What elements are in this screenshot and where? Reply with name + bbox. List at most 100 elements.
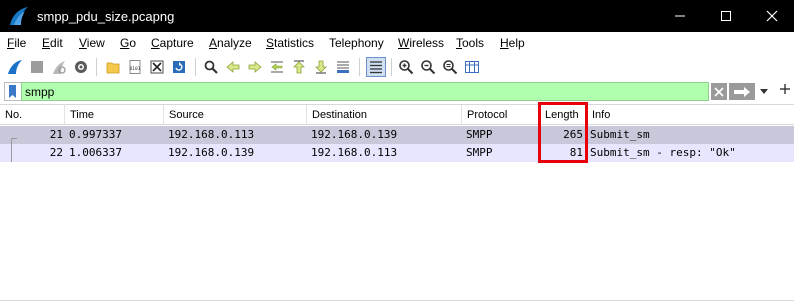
menu-view[interactable]: View [79, 36, 105, 50]
title-bar: smpp_pdu_size.pcapng [0, 0, 794, 32]
file-binary-icon: 0101 [130, 60, 141, 74]
menu-edit[interactable]: Edit [42, 36, 63, 50]
reload-icon [173, 61, 185, 73]
arrow-up-first-icon [293, 60, 305, 74]
close-file-button[interactable] [147, 57, 167, 77]
bookmark-icon [9, 85, 16, 98]
apply-filter-button[interactable] [729, 83, 755, 100]
cell-destination: 192.168.0.139 [311, 128, 398, 141]
svg-text:0101: 0101 [130, 66, 141, 72]
cell-source: 192.168.0.113 [168, 128, 255, 141]
stop-capture-button[interactable] [27, 57, 47, 77]
length-column-highlight [538, 102, 588, 163]
arrow-left-icon [226, 61, 240, 73]
display-filter-input[interactable] [21, 82, 709, 101]
wireshark-fin-icon [10, 7, 28, 25]
cell-info: Submit_sm [590, 128, 650, 141]
menu-help[interactable]: Help [500, 36, 525, 50]
close-button[interactable] [749, 0, 794, 32]
display-filter-bar [0, 81, 794, 102]
cell-destination: 192.168.0.113 [311, 146, 398, 159]
cell-time: 0.997337 [69, 128, 122, 141]
main-toolbar: 0101 [0, 54, 794, 80]
last-packet-button[interactable] [311, 57, 331, 77]
cell-info: Submit_sm - resp: "Ok" [590, 146, 736, 159]
cell-protocol: SMPP [466, 128, 493, 141]
menu-statistics[interactable]: Statistics [266, 36, 314, 50]
menu-tools[interactable]: Tools [456, 36, 484, 50]
column-header-protocol[interactable]: Protocol [461, 105, 540, 125]
reload-file-button[interactable] [169, 57, 189, 77]
gear-icon [75, 61, 87, 73]
open-file-button[interactable] [103, 57, 123, 77]
resize-columns-button[interactable] [462, 57, 482, 77]
filter-bookmark-button[interactable] [4, 82, 22, 101]
arrow-down-last-icon [315, 60, 327, 74]
zoom-in-button[interactable] [396, 57, 416, 77]
window-title: smpp_pdu_size.pcapng [37, 9, 175, 24]
column-header-no[interactable]: No. [0, 105, 65, 125]
column-header-time[interactable]: Time [64, 105, 164, 125]
plus-icon [780, 84, 790, 94]
start-capture-button[interactable] [5, 57, 25, 77]
menu-analyze[interactable]: Analyze [209, 36, 252, 50]
go-back-button[interactable] [223, 57, 243, 77]
goto-packet-icon [271, 61, 283, 73]
toolbar-separator [359, 58, 360, 76]
menu-capture[interactable]: Capture [151, 36, 194, 50]
menu-file[interactable]: File [7, 36, 26, 50]
restart-capture-button[interactable] [49, 57, 69, 77]
shark-fin-icon [8, 60, 22, 74]
column-header-destination[interactable]: Destination [306, 105, 462, 125]
cell-no: 22 [49, 146, 63, 159]
cell-no: 21 [49, 128, 63, 141]
filter-history-dropdown[interactable] [757, 83, 771, 100]
clear-filter-button[interactable] [711, 83, 727, 100]
toolbar-separator [96, 58, 97, 76]
column-header-source[interactable]: Source [163, 105, 307, 125]
menu-telephony[interactable]: Telephony [329, 36, 384, 50]
find-packet-button[interactable] [201, 57, 221, 77]
toolbar-separator [391, 58, 392, 76]
go-forward-button[interactable] [245, 57, 265, 77]
menu-go[interactable]: Go [120, 36, 136, 50]
minimize-button[interactable] [657, 0, 703, 32]
conversation-tree-line [11, 138, 12, 162]
autoscroll-icon [337, 61, 349, 73]
zoom-normal-icon [443, 60, 458, 75]
add-filter-button[interactable] [778, 82, 792, 101]
zoom-normal-button[interactable] [440, 57, 460, 77]
stop-icon [31, 61, 43, 73]
first-packet-button[interactable] [289, 57, 309, 77]
table-row[interactable]: 22 1.006337 192.168.0.139 192.168.0.113 … [0, 144, 794, 162]
maximize-button[interactable] [703, 0, 749, 32]
maximize-icon [721, 11, 731, 21]
zoom-out-button[interactable] [418, 57, 438, 77]
arrow-right-icon [248, 61, 262, 73]
zoom-out-icon [421, 60, 436, 75]
autoscroll-button[interactable] [333, 57, 353, 77]
folder-icon [106, 62, 120, 74]
cell-time: 1.006337 [69, 146, 122, 159]
column-header-row: No. Time Source Destination Protocol Len… [0, 105, 794, 125]
conversation-tree-tick [11, 138, 17, 139]
clear-icon [714, 86, 724, 97]
cell-protocol: SMPP [466, 146, 493, 159]
table-row[interactable]: 21 0.997337 192.168.0.113 192.168.0.139 … [0, 126, 794, 144]
capture-options-button[interactable] [71, 57, 91, 77]
close-icon [766, 10, 778, 22]
colorize-button[interactable] [366, 57, 386, 77]
pane-divider [0, 300, 794, 301]
packet-list[interactable]: No. Time Source Destination Protocol Len… [0, 104, 794, 304]
close-file-icon [150, 60, 164, 74]
cell-source: 192.168.0.139 [168, 146, 255, 159]
save-file-button[interactable]: 0101 [125, 57, 145, 77]
resize-columns-icon [465, 61, 479, 73]
colorize-list-icon [370, 61, 382, 74]
toolbar-separator [195, 58, 196, 76]
restart-fin-icon [53, 61, 66, 74]
minimize-icon [675, 15, 685, 17]
go-to-packet-button[interactable] [267, 57, 287, 77]
column-header-info[interactable]: Info [586, 105, 794, 125]
menu-wireless[interactable]: Wireless [398, 36, 444, 50]
